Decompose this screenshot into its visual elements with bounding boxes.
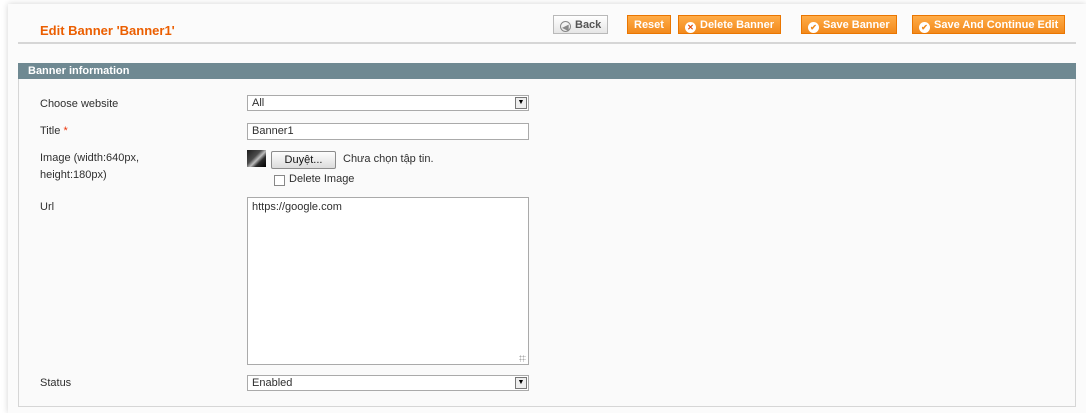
title-input[interactable]: Banner1 [247,123,529,140]
delete-banner-button[interactable]: ✕ Delete Banner [678,15,781,34]
dropdown-arrow-icon: ▼ [515,377,527,389]
delete-x-icon: ✕ [685,22,696,33]
delete-image-label: Delete Image [289,173,355,185]
url-value: https://google.com [252,201,342,213]
save-and-continue-button[interactable]: ✔ Save And Continue Edit [912,15,1066,34]
title-label-text: Title [40,125,61,137]
image-label-line1: Image (width:640px, [40,152,140,164]
website-select-value: All [252,97,265,109]
title-label: Title * [40,124,68,138]
checkmark-icon: ✔ [919,22,930,33]
save-banner-button[interactable]: ✔ Save Banner [801,15,897,34]
delete-image-checkbox[interactable] [274,175,285,186]
url-textarea[interactable]: https://google.com [247,197,529,365]
fieldset-body [18,79,1076,407]
save-and-continue-button-label: Save And Continue Edit [934,19,1059,31]
website-select[interactable]: All ▼ [247,95,529,111]
dropdown-arrow-icon: ▼ [515,97,527,109]
checkmark-icon: ✔ [808,22,819,33]
image-label-line2: height:180px) [40,169,107,181]
reset-button[interactable]: Reset [627,15,671,34]
back-button[interactable]: ◀ Back [553,15,609,34]
delete-banner-button-label: Delete Banner [700,19,774,31]
status-label: Status [40,377,72,389]
website-label: Choose website [40,98,119,110]
image-thumbnail[interactable] [247,150,266,167]
save-banner-button-label: Save Banner [823,19,890,31]
back-arrow-icon: ◀ [560,21,571,32]
back-button-label: Back [575,19,602,31]
reset-button-label: Reset [634,19,664,31]
status-select-value: Enabled [252,377,293,389]
url-label: Url [40,201,55,213]
status-select[interactable]: Enabled ▼ [247,375,529,391]
fieldset-header: Banner information [18,63,1076,79]
page-title: Edit Banner 'Banner1' [40,23,175,38]
header-divider [18,42,1076,44]
no-file-text: Chưa chọn tập tin. [343,153,434,165]
required-marker: * [63,125,68,137]
browse-file-button[interactable]: Duyệt... [271,151,336,169]
image-label: Image (width:640px, height:180px) [40,151,139,182]
resize-grip-icon[interactable] [519,355,526,362]
